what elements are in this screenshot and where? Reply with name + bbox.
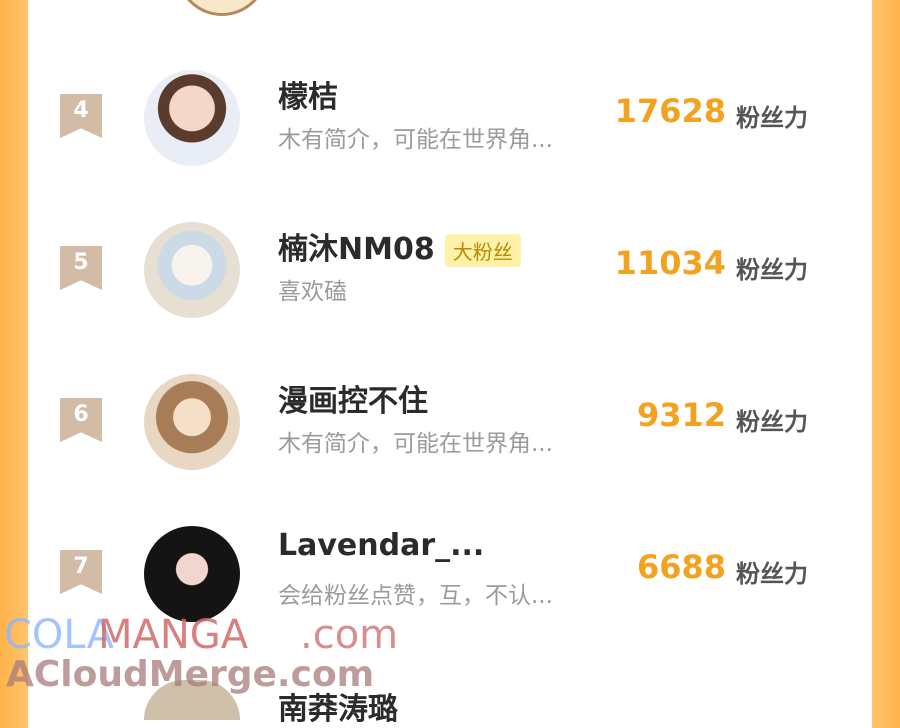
score-unit: 粉丝力 <box>736 560 808 588</box>
watermark: COLA MANGA .com ACloudMerge.com <box>0 612 420 702</box>
fan-score: 11034 <box>614 244 726 282</box>
user-desc: 木有简介，可能在世界角... <box>278 127 553 153</box>
user-desc: 会给粉丝点赞，互，不认... <box>278 583 553 609</box>
list-item[interactable]: 4 檬桔 木有简介，可能在世界角... 17628 粉丝力 <box>28 64 872 174</box>
fan-score: 9312 <box>636 396 726 434</box>
rank-badge: 4 <box>60 94 102 138</box>
watermark-text: MANGA <box>98 612 249 658</box>
avatar[interactable] <box>144 526 240 622</box>
avatar[interactable] <box>144 222 240 318</box>
fan-score: 17628 <box>614 92 726 130</box>
list-item[interactable]: 6 漫画控不住 木有简介，可能在世界角... 9312 粉丝力 <box>28 368 872 478</box>
avatar[interactable] <box>144 70 240 166</box>
user-desc: 喜欢磕 <box>278 279 347 305</box>
fan-score: 6688 <box>636 548 726 586</box>
avatar[interactable] <box>176 0 268 16</box>
list-item[interactable]: 5 楠沐NM08 大粉丝 喜欢磕 11034 粉丝力 <box>28 216 872 326</box>
score-unit: 粉丝力 <box>736 256 808 284</box>
rank-badge: 6 <box>60 398 102 442</box>
rank-badge: 5 <box>60 246 102 290</box>
user-desc: 木有简介，可能在世界角... <box>278 431 553 457</box>
avatar[interactable] <box>144 374 240 470</box>
watermark-text: ACloudMerge.com <box>6 654 375 695</box>
user-name[interactable]: 漫画控不住 <box>278 376 428 420</box>
user-name[interactable]: Lavendar_... <box>278 528 484 563</box>
rank-badge: 7 <box>60 550 102 594</box>
score-unit: 粉丝力 <box>736 408 808 436</box>
score-unit: 粉丝力 <box>736 104 808 132</box>
user-name[interactable]: 檬桔 <box>278 72 338 116</box>
user-name[interactable]: 楠沐NM08 大粉丝 <box>278 224 521 268</box>
fan-level-badge: 大粉丝 <box>444 234 521 267</box>
leaderboard-panel: 4 檬桔 木有简介，可能在世界角... 17628 粉丝力 5 楠沐NM08 大粉… <box>28 0 872 727</box>
watermark-text: .com <box>300 612 399 658</box>
